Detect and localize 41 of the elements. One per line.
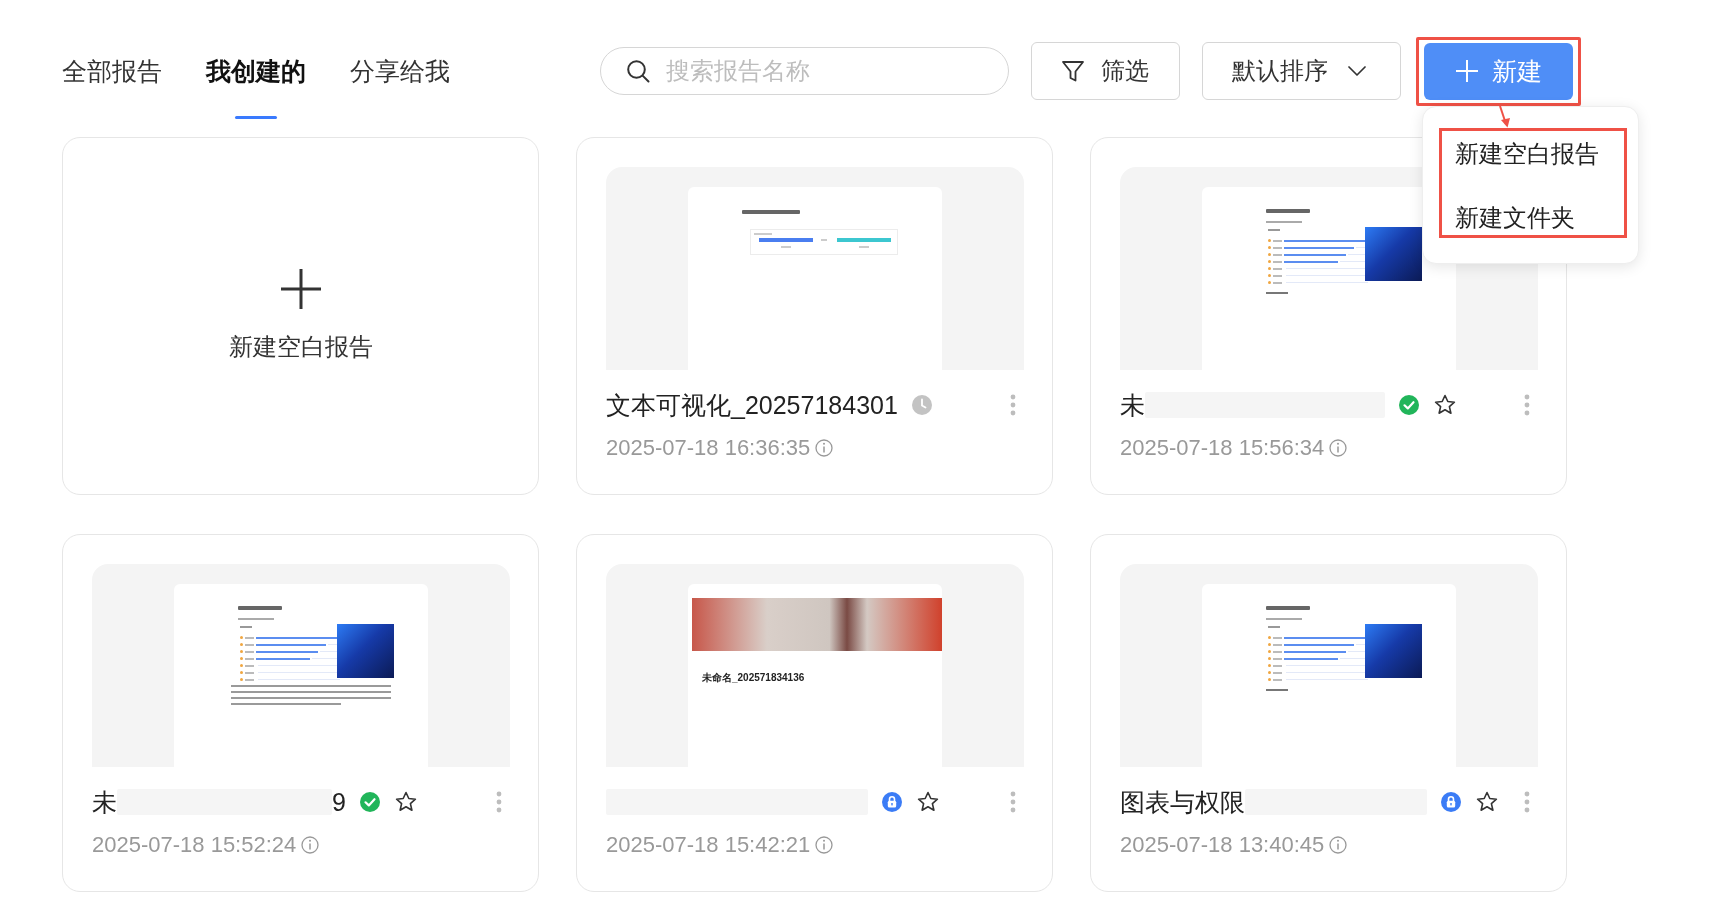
report-title: 文本可视化_20257184301: [606, 390, 898, 421]
info-icon[interactable]: [815, 836, 834, 854]
plus-icon: [1455, 60, 1478, 82]
chevron-down-icon: [1348, 66, 1366, 76]
tab[interactable]: 全部报告: [62, 42, 162, 119]
info-icon[interactable]: [815, 439, 834, 457]
star-icon[interactable]: [1476, 791, 1498, 813]
info-icon[interactable]: [301, 836, 320, 854]
tab[interactable]: 分享给我: [350, 42, 450, 119]
report-card[interactable]: 图表与权限 2025-07-18 13:40:45: [1090, 534, 1567, 892]
star-icon[interactable]: [1434, 394, 1456, 416]
plus-icon: [280, 269, 321, 309]
thumbnail-title: 未命名_202571834136: [702, 671, 805, 685]
report-title: 9: [332, 787, 346, 818]
report-time: 2025-07-18 15:52:24: [92, 832, 297, 858]
report-title: 未: [1120, 390, 1145, 421]
more-icon[interactable]: [496, 791, 502, 813]
info-icon[interactable]: [1329, 439, 1348, 457]
report-title: 图表与权限: [1120, 787, 1245, 818]
report-title: 未: [92, 787, 117, 818]
sort-dropdown[interactable]: 默认排序: [1202, 42, 1401, 100]
search-input[interactable]: 搜索报告名称: [666, 54, 988, 88]
more-icon[interactable]: [1524, 791, 1530, 813]
report-time: 2025-07-18 15:42:21: [606, 832, 811, 858]
report-time: 2025-07-18 16:36:35: [606, 435, 811, 461]
new-report-card[interactable]: 新建空白报告: [62, 137, 539, 495]
search-icon: [626, 59, 650, 83]
more-icon[interactable]: [1010, 791, 1016, 813]
report-time: 2025-07-18 15:56:34: [1120, 435, 1325, 461]
info-icon[interactable]: [1329, 836, 1348, 854]
more-icon[interactable]: [1524, 394, 1530, 416]
report-card[interactable]: 未 9 2025-07-18 15:52:24: [62, 534, 539, 892]
report-card[interactable]: 文本可视化_20257184301 2025-07-18 16:36:35: [576, 137, 1053, 495]
filter-icon: [1061, 59, 1085, 83]
filter-button[interactable]: 筛选: [1031, 42, 1180, 100]
tab[interactable]: 我创建的: [206, 42, 306, 119]
report-card[interactable]: 未命名_202571834136 2025-07-18 15:42:21: [576, 534, 1053, 892]
more-icon[interactable]: [1010, 394, 1016, 416]
report-time: 2025-07-18 13:40:45: [1120, 832, 1325, 858]
star-icon[interactable]: [394, 791, 417, 813]
star-icon[interactable]: [917, 791, 939, 813]
